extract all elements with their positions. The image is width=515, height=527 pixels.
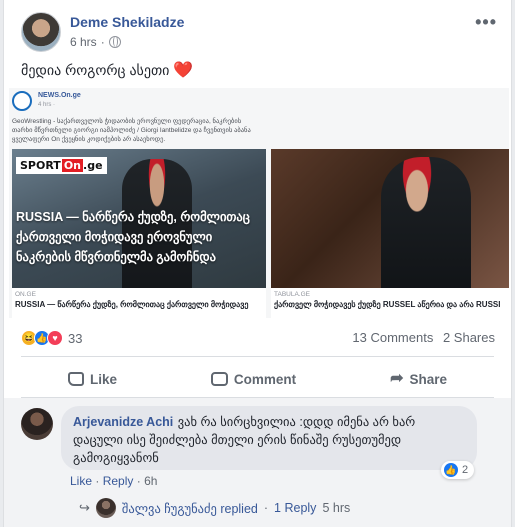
comment-bubble: Arjevanidze Achi ვახ რა სირცხვილია :დდდ … <box>61 406 477 470</box>
comments-section: Arjevanidze Achi ვახ რა სირცხვილია :დდდ … <box>4 398 511 527</box>
image-headline: RUSSIA — ნარწერა ქუდზე, რომლითაც ქართველ… <box>16 210 250 264</box>
share-arrow-icon: ➦ <box>390 370 404 387</box>
reply-time: 5 hrs <box>322 501 351 515</box>
comments-count-link[interactable]: 13 Comments <box>352 330 433 345</box>
wrestler-photo <box>381 157 471 288</box>
comment-reaction-badge[interactable]: 👍 2 <box>441 461 475 479</box>
caption-title: RUSSIA — წარწერა ქუდზე, რომლითაც ქართველ… <box>15 300 249 309</box>
comment-time[interactable]: 6h <box>144 474 157 488</box>
post-meta: 6 hrs · <box>70 35 121 49</box>
like-button[interactable]: Like <box>67 372 117 387</box>
replier-name: შალვა ჩუგუნაძე replied <box>121 501 258 516</box>
commenter-avatar[interactable] <box>21 408 53 440</box>
author-avatar[interactable] <box>21 12 61 52</box>
link-card-caption-2[interactable]: TABULA.GE ქართველ მოჭიდავეს ქუდზე RUSSEL… <box>271 288 509 318</box>
reply-count: 1 Reply <box>274 501 317 515</box>
view-replies-link[interactable]: ↪ შალვა ჩუგუნაძე replied · 1 Reply 5 hrs <box>79 498 350 518</box>
divider <box>21 356 494 357</box>
post-time[interactable]: 6 hrs <box>70 35 97 49</box>
status-text: მედია როგორც ასეთი <box>21 62 170 78</box>
link-card-image-2[interactable] <box>271 149 509 288</box>
news-logo <box>12 91 32 111</box>
replier-avatar <box>95 498 116 518</box>
comment-like-link[interactable]: Like <box>70 474 92 488</box>
link-card-caption-1[interactable]: ON.GE RUSSIA — წარწერა ქუდზე, რომლითაც ქ… <box>12 288 266 318</box>
love-reaction-icon: ♥ <box>47 330 63 346</box>
post-card: Deme Shekiladze 6 hrs · ••• მედია როგორც… <box>3 0 512 527</box>
caption-source: ON.GE <box>15 291 36 298</box>
comment-reaction-count: 2 <box>462 464 469 476</box>
comment-reply-link[interactable]: Reply <box>103 474 134 488</box>
post-status-text: მედია როგორც ასეთი ❤️ <box>21 60 193 80</box>
like-reaction-icon: 👍 <box>444 463 458 477</box>
comment-button[interactable]: Comment <box>210 372 296 387</box>
meta-separator: · <box>100 35 105 49</box>
link-card-image-1[interactable]: SPORT On .ge RUSSIA — ნარწერა ქუდზე, რომლი… <box>12 149 266 288</box>
thumbs-up-icon <box>67 372 84 386</box>
reply-arrow-icon: ↪ <box>79 500 90 515</box>
comment-actions: Like · Reply · 6h <box>70 474 158 488</box>
more-options-icon[interactable]: ••• <box>475 12 497 33</box>
shared-source-time: 4 hrs · <box>38 102 56 108</box>
share-button[interactable]: ➦ Share <box>390 370 447 388</box>
sport-on-logo: SPORT On .ge <box>16 157 107 174</box>
engagement-stats: 13 Comments 2 Shares <box>346 330 495 345</box>
shared-source-name: NEWS.On.ge <box>38 92 81 99</box>
caption-title: ქართველ მოჭიდავეს ქუდზე RUSSEL აწერია და… <box>274 300 501 309</box>
shared-post-text: GeoWrestling - საქართველოს ჭიდაობის ეროვ… <box>12 118 251 143</box>
commenter-name[interactable]: Arjevanidze Achi <box>73 415 173 429</box>
post-actions: Like Comment ➦ Share <box>21 362 494 396</box>
heart-emoji-icon: ❤️ <box>173 62 194 79</box>
caption-source: TABULA.GE <box>274 291 311 298</box>
author-name[interactable]: Deme Shekiladze <box>70 14 184 30</box>
reaction-count[interactable]: 33 <box>68 331 82 346</box>
reaction-summary[interactable]: 😆 👍 ♥ 33 <box>21 330 82 346</box>
speech-bubble-icon <box>210 372 228 386</box>
shares-count-link[interactable]: 2 Shares <box>443 330 495 345</box>
globe-icon <box>108 36 121 48</box>
shared-post-preview[interactable]: NEWS.On.ge 4 hrs · GeoWrestling - საქართ… <box>9 88 509 318</box>
